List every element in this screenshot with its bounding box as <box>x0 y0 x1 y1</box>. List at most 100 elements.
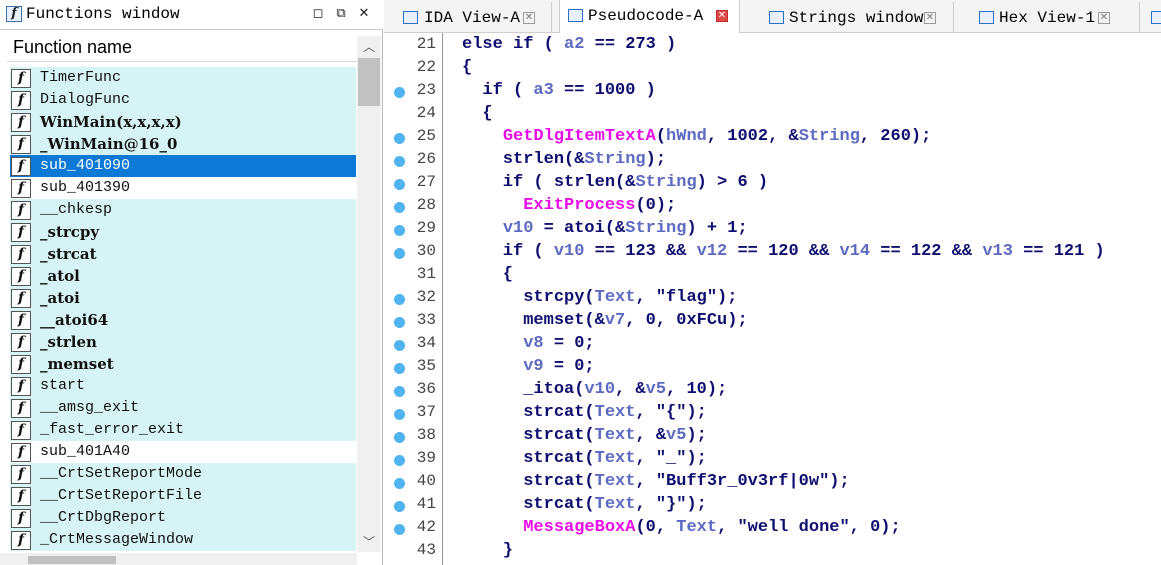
pseudocode-view[interactable]: 21 else if ( a2 == 273 ) 22 {23 if ( a3 == … <box>384 33 1161 565</box>
code-token: , 1002, & <box>706 127 799 146</box>
code-variable: a2 <box>564 35 585 54</box>
function-name-column-header[interactable]: Function name <box>7 36 357 62</box>
function-list-item[interactable]: f _atoi <box>10 287 356 309</box>
code-line[interactable]: 37 strcat(Text, "{"); <box>384 402 1161 425</box>
close-icon[interactable]: ✕ <box>523 12 535 24</box>
function-list-item[interactable]: f __amsg_exit <box>10 397 356 419</box>
tab-label: Pseudocode-A <box>588 7 704 25</box>
code-line[interactable]: 23 if ( a3 == 1000 ) <box>384 80 1161 103</box>
code-line[interactable]: 22 { <box>384 57 1161 80</box>
breakpoint-dot-icon[interactable] <box>394 432 405 443</box>
code-line[interactable]: 35 v9 = 0; <box>384 356 1161 379</box>
function-list-item[interactable]: f sub_401090 <box>10 155 356 177</box>
code-line[interactable]: 21 else if ( a2 == 273 ) <box>384 34 1161 57</box>
tab-strings-window[interactable]: Strings window ✕ <box>760 2 954 33</box>
close-icon[interactable]: ✕ <box>924 12 936 24</box>
function-list-item[interactable]: f _WinMain@16_0 <box>10 133 356 155</box>
function-list-item[interactable]: f __chkesp <box>10 199 356 221</box>
float-icon[interactable]: ⧉ <box>333 6 349 22</box>
scrollbar-thumb[interactable] <box>28 556 116 564</box>
code-line[interactable]: 42 MessageBoxA(0, Text, "well done", 0); <box>384 517 1161 540</box>
tab-pseudocode-a[interactable]: Pseudocode-A ✕ <box>559 0 740 34</box>
code-line[interactable]: 32 strcpy(Text, "flag"); <box>384 287 1161 310</box>
breakpoint-dot-icon[interactable] <box>394 386 405 397</box>
breakpoint-dot-icon[interactable] <box>394 363 405 374</box>
breakpoint-dot-icon[interactable] <box>394 87 405 98</box>
code-variable: String <box>625 219 687 238</box>
function-list-item[interactable]: f sub_401390 <box>10 177 356 199</box>
breakpoint-dot-icon[interactable] <box>394 225 405 236</box>
function-list-item[interactable]: f _atol <box>10 265 356 287</box>
code-line[interactable]: 29 v10 = atoi(&String) + 1; <box>384 218 1161 241</box>
code-line[interactable]: 34 v8 = 0; <box>384 333 1161 356</box>
code-token: , & <box>635 426 667 445</box>
function-list-item[interactable]: f DialogFunc <box>10 89 356 111</box>
breakpoint-dot-icon[interactable] <box>394 340 405 351</box>
function-list-item[interactable]: f __CrtSetReportFile <box>10 485 356 507</box>
code-line[interactable]: 40 strcat(Text, "Buff3r_0v3rf|0w"); <box>384 471 1161 494</box>
breakpoint-dot-icon[interactable] <box>394 409 405 420</box>
function-list-item[interactable]: f TimerFunc <box>10 67 356 89</box>
code-token: strcpy( <box>462 288 595 307</box>
function-list-item[interactable]: f _CrtMessageWindow <box>10 529 356 551</box>
function-f-icon: f <box>11 333 31 352</box>
breakpoint-dot-icon[interactable] <box>394 156 405 167</box>
function-list-item[interactable]: f sub_401A40 <box>10 441 356 463</box>
restore-icon[interactable]: ◻ <box>310 6 326 22</box>
code-line[interactable]: 31 { <box>384 264 1161 287</box>
close-icon[interactable]: ✕ <box>356 6 372 22</box>
code-line[interactable]: 25 GetDlgItemTextA(hWnd, 1002, &String, … <box>384 126 1161 149</box>
scroll-down-icon[interactable]: ﹀ <box>357 533 381 551</box>
function-list-item[interactable]: f _fast_error_exit <box>10 419 356 441</box>
function-list-item[interactable]: f _strlen <box>10 331 356 353</box>
breakpoint-dot-icon[interactable] <box>394 478 405 489</box>
vertical-scrollbar[interactable]: ︿ ﹀ <box>357 36 381 552</box>
code-token: , "}"); <box>635 495 707 514</box>
breakpoint-dot-icon[interactable] <box>394 524 405 535</box>
function-list-item[interactable]: f __CrtSetReportMode <box>10 463 356 485</box>
breakpoint-dot-icon[interactable] <box>394 317 405 328</box>
code-line[interactable]: 26 strlen(&String); <box>384 149 1161 172</box>
tab-ida-view-a[interactable]: IDA View-A ✕ <box>384 2 552 33</box>
function-f-icon: f <box>11 421 31 440</box>
breakpoint-dot-icon[interactable] <box>394 133 405 144</box>
tab-overflow[interactable] <box>1146 2 1161 33</box>
code-line[interactable]: 33 memset(&v7, 0, 0xFCu); <box>384 310 1161 333</box>
breakpoint-dot-icon[interactable] <box>394 202 405 213</box>
breakpoint-dot-icon[interactable] <box>394 179 405 190</box>
close-icon[interactable]: ✕ <box>1098 12 1110 24</box>
code-line[interactable]: 39 strcat(Text, "_"); <box>384 448 1161 471</box>
code-line[interactable]: 43 } <box>384 540 1161 563</box>
tab-hex-view-1[interactable]: Hex View-1 ✕ <box>964 2 1140 33</box>
code-token: if ( strlen(& <box>462 173 636 192</box>
horizontal-scrollbar[interactable] <box>0 553 357 565</box>
close-icon[interactable]: ✕ <box>716 10 728 22</box>
scrollbar-thumb[interactable] <box>358 58 380 106</box>
function-list-item[interactable]: f __CrtDbgReport <box>10 507 356 529</box>
code-line[interactable]: 38 strcat(Text, &v5); <box>384 425 1161 448</box>
scroll-up-icon[interactable]: ︿ <box>357 38 381 56</box>
tab-label: Hex View-1 <box>999 9 1096 27</box>
code-line[interactable]: 27 if ( strlen(&String) > 6 ) <box>384 172 1161 195</box>
breakpoint-dot-icon[interactable] <box>394 501 405 512</box>
code-line[interactable]: 36 _itoa(v10, &v5, 10); <box>384 379 1161 402</box>
code-line[interactable]: 41 strcat(Text, "}"); <box>384 494 1161 517</box>
function-list-item[interactable]: f WinMain(x,x,x,x) <box>10 111 356 133</box>
function-name: sub_401390 <box>40 179 131 196</box>
breakpoint-dot-icon[interactable] <box>394 294 405 305</box>
function-list-item[interactable]: f __atoi64 <box>10 309 356 331</box>
function-list-item[interactable]: f _strcpy <box>10 221 356 243</box>
breakpoint-dot-icon[interactable] <box>394 455 405 466</box>
function-list-item[interactable]: f _strcat <box>10 243 356 265</box>
function-list-item[interactable]: f _memset <box>10 353 356 375</box>
code-line[interactable]: 30 if ( v10 == 123 && v12 == 120 && v14 … <box>384 241 1161 264</box>
function-list-item[interactable]: f start <box>10 375 356 397</box>
breakpoint-dot-icon[interactable] <box>394 248 405 259</box>
code-text: v10 = atoi(&String) + 1; <box>462 218 748 240</box>
code-line[interactable]: 28 ExitProcess(0); <box>384 195 1161 218</box>
code-line[interactable]: 24 { <box>384 103 1161 126</box>
pseudocode-icon <box>568 9 583 22</box>
code-text: strcat(Text, &v5); <box>462 425 707 447</box>
